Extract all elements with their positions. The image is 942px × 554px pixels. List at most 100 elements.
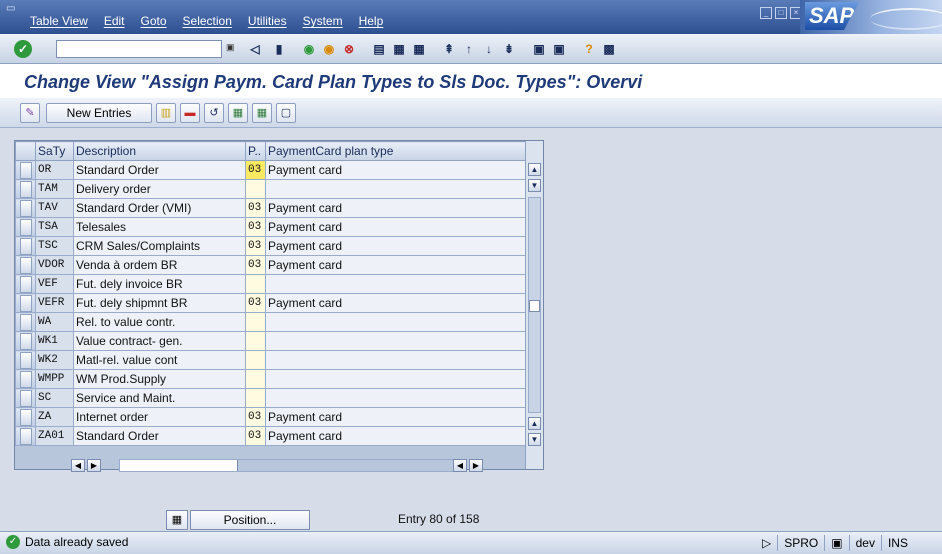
row-selector[interactable] bbox=[15, 312, 36, 332]
row-selector[interactable] bbox=[15, 350, 36, 370]
cell-p-input[interactable] bbox=[245, 388, 266, 408]
row-selector[interactable] bbox=[15, 217, 36, 237]
scroll-right-icon[interactable]: ▶ bbox=[87, 459, 101, 472]
scroll-page-up-icon[interactable]: ▲ bbox=[528, 417, 541, 430]
status-expand-icon[interactable]: ▷ bbox=[756, 535, 777, 551]
cancel-icon[interactable]: ⊗ bbox=[340, 40, 358, 58]
previous-page-icon[interactable]: ↑ bbox=[460, 40, 478, 58]
find-next-icon[interactable]: ▦ bbox=[410, 40, 428, 58]
cell-plan-type: Payment card bbox=[265, 426, 526, 446]
cell-p-input[interactable] bbox=[245, 350, 266, 370]
horizontal-scroll-track[interactable] bbox=[119, 459, 459, 472]
row-selector[interactable] bbox=[15, 388, 36, 408]
cell-description: Standard Order bbox=[73, 426, 246, 446]
cell-p-input[interactable]: 03 bbox=[245, 293, 266, 313]
undo-change-icon[interactable]: ↺ bbox=[204, 103, 224, 123]
help-icon[interactable]: ? bbox=[580, 40, 598, 58]
deselect-all-icon[interactable]: ▢ bbox=[276, 103, 296, 123]
position-button[interactable]: Position... bbox=[190, 510, 310, 530]
cell-description: Matl-rel. value cont bbox=[73, 350, 246, 370]
row-selector[interactable] bbox=[15, 331, 36, 351]
position-icon[interactable]: ▦ bbox=[166, 510, 188, 530]
cell-description: Fut. dely shipmnt BR bbox=[73, 293, 246, 313]
cell-p-input[interactable] bbox=[245, 331, 266, 351]
cell-p-input[interactable] bbox=[245, 179, 266, 199]
select-block-icon[interactable]: ▦ bbox=[252, 103, 272, 123]
row-selector[interactable] bbox=[15, 160, 36, 180]
maximize-icon[interactable]: □ bbox=[775, 7, 787, 19]
input-mode[interactable]: INS bbox=[880, 535, 914, 551]
menu-selection[interactable]: Selection bbox=[183, 14, 232, 28]
layout-menu-icon[interactable]: ▩ bbox=[600, 40, 618, 58]
cell-p-input[interactable] bbox=[245, 274, 266, 294]
back-arrow-icon[interactable]: ◁ bbox=[246, 40, 264, 58]
select-all-header[interactable] bbox=[15, 141, 36, 161]
menu-system[interactable]: System bbox=[303, 14, 343, 28]
row-selector[interactable] bbox=[15, 407, 36, 427]
page-title: Change View "Assign Paym. Card Plan Type… bbox=[24, 72, 643, 92]
minimize-icon[interactable]: _ bbox=[760, 7, 772, 19]
cell-saty: WK2 bbox=[35, 350, 74, 370]
cell-p-input[interactable]: 03 bbox=[245, 407, 266, 427]
scroll-left-end-icon[interactable]: ◀ bbox=[453, 459, 467, 472]
cell-p-input[interactable]: 03 bbox=[245, 217, 266, 237]
scroll-down-icon[interactable]: ▼ bbox=[528, 179, 541, 192]
row-selector[interactable] bbox=[15, 236, 36, 256]
command-history-icon[interactable]: ▣ bbox=[226, 42, 235, 53]
cell-p-input[interactable] bbox=[245, 369, 266, 389]
cell-p-input[interactable]: 03 bbox=[245, 426, 266, 446]
back-icon[interactable]: ◉ bbox=[300, 40, 318, 58]
column-header-p[interactable]: P.. bbox=[245, 141, 266, 161]
exit-icon[interactable]: ◉ bbox=[320, 40, 338, 58]
scroll-thumb[interactable] bbox=[529, 300, 540, 312]
column-header-saty[interactable]: SaTy bbox=[35, 141, 74, 161]
scroll-right-end-icon[interactable]: ▶ bbox=[469, 459, 483, 472]
shortcut-icon[interactable]: ▣ bbox=[550, 40, 568, 58]
system-menu-icon[interactable]: ▭ bbox=[6, 3, 15, 14]
save-icon[interactable]: ▮ bbox=[270, 40, 288, 58]
cell-p-input[interactable]: 03 bbox=[245, 236, 266, 256]
row-selector[interactable] bbox=[15, 198, 36, 218]
create-session-icon[interactable]: ▣ bbox=[530, 40, 548, 58]
display-change-icon[interactable]: ✎ bbox=[20, 103, 40, 123]
first-page-icon[interactable]: ⇞ bbox=[440, 40, 458, 58]
next-page-icon[interactable]: ↓ bbox=[480, 40, 498, 58]
horizontal-scroll-thumb[interactable] bbox=[120, 460, 238, 471]
row-selector[interactable] bbox=[15, 293, 36, 313]
find-icon[interactable]: ▦ bbox=[390, 40, 408, 58]
copy-as-icon[interactable]: ▥ bbox=[156, 103, 176, 123]
print-icon[interactable]: ▤ bbox=[370, 40, 388, 58]
menu-edit[interactable]: Edit bbox=[104, 14, 125, 28]
menu-help[interactable]: Help bbox=[359, 14, 384, 28]
cell-p-input[interactable]: 03 bbox=[245, 160, 266, 180]
cell-p-input[interactable]: 03 bbox=[245, 255, 266, 275]
select-all-icon[interactable]: ▦ bbox=[228, 103, 248, 123]
row-selector[interactable] bbox=[15, 274, 36, 294]
cell-p-input[interactable] bbox=[245, 312, 266, 332]
cell-p-input[interactable]: 03 bbox=[245, 198, 266, 218]
scroll-track[interactable] bbox=[528, 197, 541, 413]
menu-utilities[interactable]: Utilities bbox=[248, 14, 287, 28]
new-entries-button[interactable]: New Entries bbox=[46, 103, 152, 123]
table-row: ZA Internet order 03 Payment card bbox=[15, 407, 526, 427]
scroll-left-icon[interactable]: ◀ bbox=[71, 459, 85, 472]
window-controls: _ □ × bbox=[760, 7, 802, 19]
delete-icon[interactable]: ▬ bbox=[180, 103, 200, 123]
vertical-scrollbar[interactable]: ▲ ▼ ▲ ▼ bbox=[525, 141, 543, 469]
row-selector[interactable] bbox=[15, 179, 36, 199]
last-page-icon[interactable]: ⇟ bbox=[500, 40, 518, 58]
enter-icon[interactable]: ✓ bbox=[14, 40, 32, 58]
row-selector[interactable] bbox=[15, 369, 36, 389]
menu-goto[interactable]: Goto bbox=[141, 14, 167, 28]
menu-table-view[interactable]: Table View bbox=[30, 14, 88, 28]
cell-plan-type bbox=[265, 350, 526, 370]
column-header-plan-type[interactable]: PaymentCard plan type bbox=[265, 141, 526, 161]
cell-description: Fut. dely invoice BR bbox=[73, 274, 246, 294]
row-selector[interactable] bbox=[15, 255, 36, 275]
scroll-up-icon[interactable]: ▲ bbox=[528, 163, 541, 176]
server-icon[interactable]: ▣ bbox=[824, 535, 848, 551]
scroll-page-down-icon[interactable]: ▼ bbox=[528, 433, 541, 446]
column-header-description[interactable]: Description bbox=[73, 141, 246, 161]
row-selector[interactable] bbox=[15, 426, 36, 446]
command-field[interactable] bbox=[56, 40, 222, 58]
